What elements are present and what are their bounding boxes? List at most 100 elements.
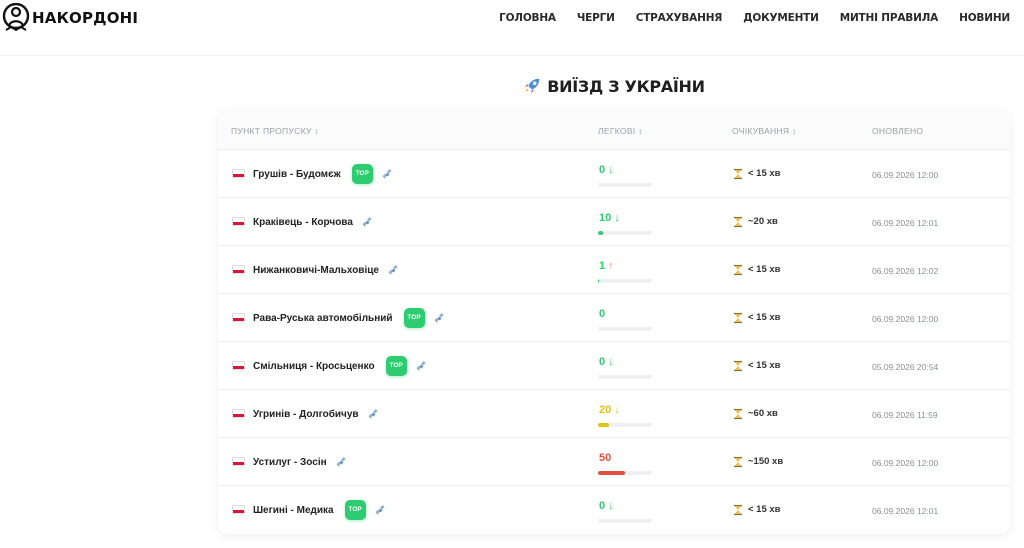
column-header-updated: ОНОВЛЕНО: [872, 126, 924, 136]
checkpoint-cell: Рава-Руська автомобільний TOP: [253, 294, 445, 342]
wait-time: < 15 хв: [748, 264, 781, 275]
wait-time-cell: ~20 хв: [734, 216, 778, 227]
arrow-down-icon: ↓: [608, 356, 614, 368]
updated-time: 06.09.2026 12:00: [872, 170, 939, 180]
wait-time-cell: ~60 хв: [734, 408, 778, 419]
queue-level-fill: [598, 471, 625, 475]
queue-level-bar: [598, 423, 652, 427]
satellite-icon[interactable]: [368, 408, 379, 420]
hourglass-icon: [734, 504, 742, 515]
checkpoint-name[interactable]: Устилуг - Зосін: [253, 457, 327, 468]
satellite-icon[interactable]: [382, 168, 393, 180]
updated-time: 06.09.2026 12:00: [872, 458, 939, 468]
nav-link-home[interactable]: ГОЛОВНА: [499, 12, 556, 24]
table-row[interactable]: Нижанковичі-Мальховіце 1 ↑ < 15 хв 06.09.202…: [218, 246, 1010, 294]
nav-link-documents[interactable]: ДОКУМЕНТИ: [743, 12, 819, 24]
cars-count-value: 20: [599, 404, 612, 416]
page-title: ВИЇЗД З УКРАЇНИ: [0, 77, 1024, 96]
queue-level-bar: [598, 183, 652, 187]
column-header-cars[interactable]: ЛЕГКОВІ ↕: [598, 126, 643, 136]
arrow-down-icon: ↓: [608, 500, 614, 512]
cars-count-value: 50: [599, 452, 612, 464]
cars-count-value: 1: [599, 260, 606, 272]
nav-link-news[interactable]: НОВИНИ: [959, 12, 1010, 24]
checkpoint-name[interactable]: Рава-Руська автомобільний: [253, 313, 393, 324]
nav-link-queues[interactable]: ЧЕРГИ: [577, 12, 615, 24]
satellite-icon[interactable]: [434, 312, 445, 324]
table-row[interactable]: Краківець - Корчова 10 ↓ ~20 хв 06.09.2026 1…: [218, 198, 1010, 246]
checkpoint-name[interactable]: Шегині - Медика: [253, 505, 334, 516]
site-header: НАКОРДОНІ ГОЛОВНА ЧЕРГИ СТРАХУВАННЯ ДОКУ…: [0, 0, 1024, 56]
checkpoint-cell: Краківець - Корчова: [253, 198, 373, 246]
poland-flag-icon: [232, 457, 245, 466]
table-row[interactable]: Шегині - Медика TOP 0 ↓ < 15 хв 06.09.2026 12…: [218, 486, 1010, 534]
wait-time-cell: < 15 хв: [734, 360, 781, 371]
nav-link-customs-rules[interactable]: МИТНІ ПРАВИЛА: [840, 12, 939, 24]
satellite-icon[interactable]: [375, 504, 386, 516]
satellite-icon[interactable]: [362, 216, 373, 228]
cars-count-value: 0: [599, 500, 606, 512]
wait-time: < 15 хв: [748, 168, 781, 179]
queue-level-bar: [598, 471, 652, 475]
wait-time-cell: < 15 хв: [734, 312, 781, 323]
wait-time-cell: ~150 хв: [734, 456, 783, 467]
hourglass-icon: [734, 216, 742, 227]
hourglass-icon: [734, 312, 742, 323]
checkpoint-name[interactable]: Угринів - Долгобичув: [253, 409, 359, 420]
table-row[interactable]: Устилуг - Зосін 50 ~150 хв 06.09.2026 12:00: [218, 438, 1010, 486]
updated-time: 05.09.2026 20:54: [872, 362, 939, 372]
top-badge: TOP: [344, 500, 366, 520]
wait-time: ~20 хв: [748, 216, 778, 227]
nav-link-insurance[interactable]: СТРАХУВАННЯ: [636, 12, 723, 24]
poland-flag-icon: [232, 505, 245, 514]
satellite-icon[interactable]: [416, 360, 427, 372]
arrow-up-icon: ↑: [608, 260, 614, 272]
rocket-icon: [525, 78, 540, 94]
satellite-icon[interactable]: [336, 456, 347, 468]
queue-level-bar: [598, 231, 652, 235]
wait-time-cell: < 15 хв: [734, 264, 781, 275]
column-header-wait[interactable]: ОЧІКУВАННЯ ↕: [732, 126, 797, 136]
table-row[interactable]: Угринів - Долгобичув 20 ↓ ~60 хв 06.09.2026 …: [218, 390, 1010, 438]
table-row[interactable]: Рава-Руська автомобільний TOP 0 < 15 хв 06.0…: [218, 294, 1010, 342]
top-badge: TOP: [403, 308, 425, 328]
poland-flag-icon: [232, 313, 245, 322]
checkpoint-name[interactable]: Краківець - Корчова: [253, 217, 353, 228]
queue-level-bar: [598, 279, 652, 283]
hourglass-icon: [734, 456, 742, 467]
logo-text: НАКОРДОНІ: [32, 9, 139, 27]
hourglass-icon: [734, 168, 742, 179]
column-header-point[interactable]: ПУНКТ ПРОПУСКУ ↕: [231, 126, 319, 136]
hourglass-icon: [734, 360, 742, 371]
cars-count-value: 0: [599, 356, 606, 368]
wait-time-cell: < 15 хв: [734, 168, 781, 179]
checkpoint-cell: Нижанковичі-Мальховіце: [253, 246, 399, 294]
table-row[interactable]: Грушів - Будомєж TOP 0 ↓ < 15 хв 06.09.2026 1…: [218, 150, 1010, 198]
wait-time: < 15 хв: [748, 360, 781, 371]
cars-count: 20 ↓: [599, 404, 620, 416]
checkpoint-name[interactable]: Нижанковичі-Мальховіце: [253, 265, 379, 276]
top-badge: TOP: [385, 356, 407, 376]
cars-count-value: 0: [599, 308, 606, 320]
checkpoint-cell: Грушів - Будомєж TOP: [253, 150, 393, 198]
poland-flag-icon: [232, 361, 245, 370]
cars-count: 0 ↓: [599, 356, 614, 368]
checkpoint-name[interactable]: Смільниця - Кросьценко: [253, 361, 375, 372]
checkpoint-name[interactable]: Грушів - Будомєж: [253, 169, 341, 180]
updated-time: 06.09.2026 12:01: [872, 218, 939, 228]
queue-level-bar: [598, 375, 652, 379]
wait-time: ~150 хв: [748, 456, 784, 467]
table-row[interactable]: Смільниця - Кросьценко TOP 0 ↓ < 15 хв 05.09.…: [218, 342, 1010, 390]
arrow-down-icon: ↓: [608, 164, 614, 176]
satellite-icon[interactable]: [388, 264, 399, 276]
logo[interactable]: НАКОРДОНІ: [2, 3, 138, 33]
hourglass-icon: [734, 264, 742, 275]
updated-time: 06.09.2026 11:59: [872, 410, 938, 420]
main-nav: ГОЛОВНА ЧЕРГИ СТРАХУВАННЯ ДОКУМЕНТИ МИТН…: [478, 12, 1010, 24]
queue-level-fill: [598, 231, 604, 235]
wait-time-cell: < 15 хв: [734, 504, 781, 515]
arrow-down-icon: ↓: [614, 212, 620, 224]
cars-count-value: 0: [599, 164, 606, 176]
wait-time: < 15 хв: [748, 504, 781, 515]
poland-flag-icon: [232, 169, 245, 178]
